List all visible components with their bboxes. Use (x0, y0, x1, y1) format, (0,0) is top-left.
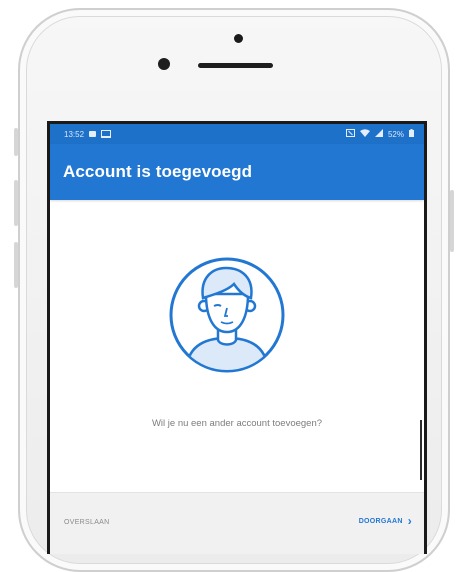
status-left: 13:52 (64, 129, 112, 139)
wifi-icon (359, 129, 370, 139)
app-bar: Account is toegevoegd (50, 144, 424, 200)
battery-percentage: 52% (387, 129, 404, 139)
earpiece-speaker (198, 63, 273, 68)
nfc-icon (345, 129, 355, 139)
bottom-action-bar: OVERSLAAN DOORGAAN › (50, 492, 424, 554)
front-camera (158, 58, 170, 70)
person-avatar-icon (168, 256, 286, 374)
scrollbar[interactable] (420, 420, 422, 480)
power-button (450, 190, 454, 252)
notification-icon (89, 131, 97, 137)
continue-button[interactable]: DOORGAAN › (359, 515, 412, 527)
laptop-icon (101, 130, 112, 138)
add-another-account-question: Wil je nu een ander account toevoegen? (151, 418, 323, 429)
signal-icon (374, 129, 383, 139)
phone-screen: 13:52 52% Account is toegevoegd Wil je n… (47, 121, 427, 554)
status-bar: 13:52 52% (50, 124, 424, 144)
status-right: 52% (345, 129, 414, 139)
volume-button (14, 128, 18, 156)
status-time: 13:52 (64, 129, 85, 139)
skip-button[interactable]: OVERSLAAN (64, 519, 110, 526)
volume-down-button (14, 242, 18, 288)
chevron-right-icon: › (407, 514, 412, 528)
battery-icon (409, 129, 414, 139)
phone-top-sensor (234, 34, 243, 43)
continue-label: DOORGAAN (358, 517, 403, 525)
main-content: Wil je nu een ander account toevoegen? (50, 200, 424, 492)
page-title: Account is toegevoegd (63, 162, 253, 181)
volume-up-button (14, 180, 18, 226)
